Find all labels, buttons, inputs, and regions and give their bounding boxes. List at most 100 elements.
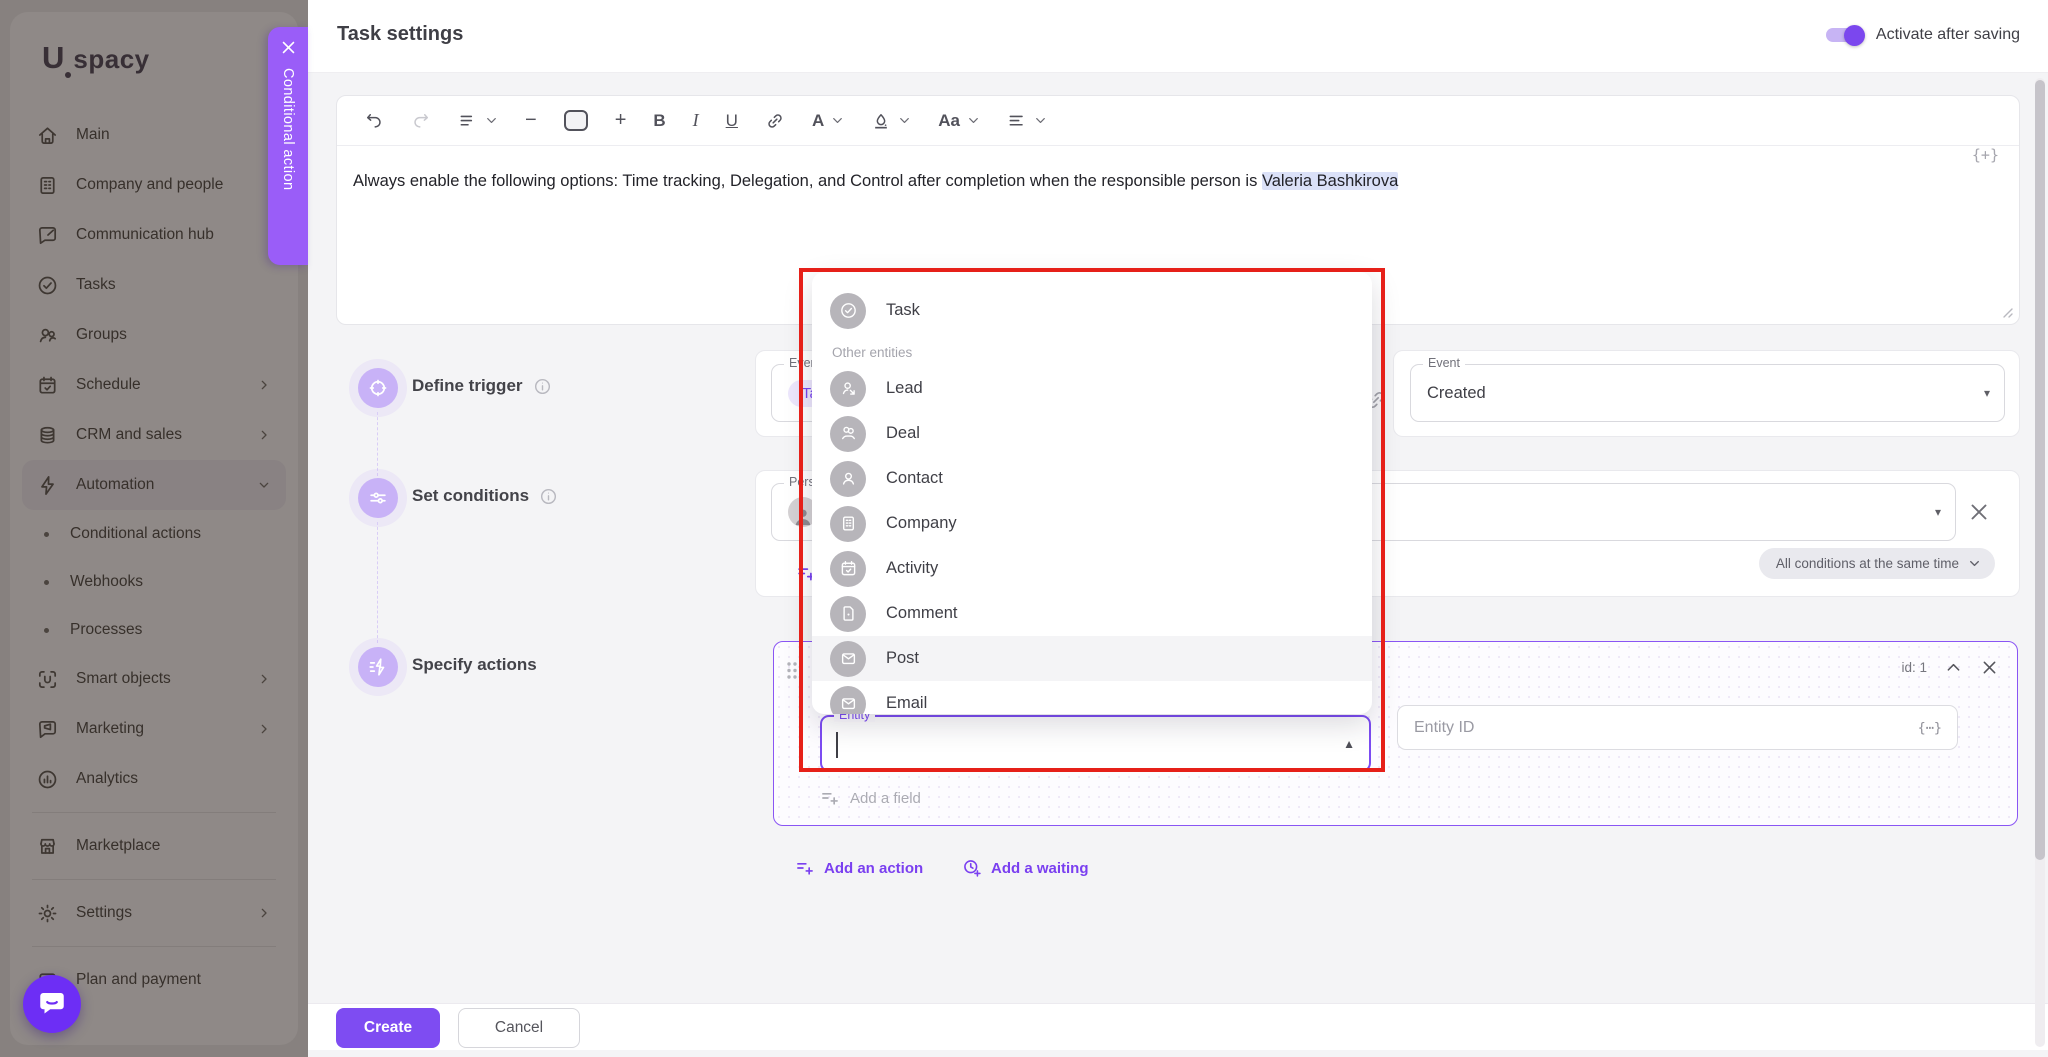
- conditional-action-tab[interactable]: Conditional action: [268, 27, 308, 265]
- chevron-down-icon: [1968, 557, 1981, 570]
- dropdown-item-activity[interactable]: Activity: [812, 546, 1372, 591]
- redo-button[interactable]: [411, 111, 431, 131]
- dropdown-item-contact[interactable]: Contact: [812, 456, 1372, 501]
- remove-condition-button[interactable]: [1967, 500, 1991, 524]
- collapse-button[interactable]: [1944, 658, 1963, 677]
- conditional-action-tab-label: Conditional action: [280, 68, 296, 190]
- entity-id-field[interactable]: {⋯}: [1397, 705, 1958, 750]
- highlighted-mention: Valeria Bashkirova: [1262, 172, 1398, 190]
- font-case-button[interactable]: Aa: [938, 111, 980, 131]
- add-action-button[interactable]: Add an action: [795, 858, 923, 878]
- scrollbar-track[interactable]: [2035, 78, 2045, 1047]
- add-field-icon: [820, 788, 840, 808]
- bold-button[interactable]: B: [653, 111, 665, 131]
- align-button[interactable]: [1007, 111, 1047, 131]
- dropdown-item-lead[interactable]: Lead: [812, 366, 1372, 411]
- dropdown-item-label: Comment: [886, 604, 958, 623]
- link-button[interactable]: [765, 111, 785, 131]
- paragraph-format-button[interactable]: [458, 111, 498, 131]
- add-action-icon: [795, 858, 815, 878]
- underline-button[interactable]: U: [726, 111, 738, 131]
- remove-action-button[interactable]: [1980, 658, 1999, 677]
- dropdown-item-post[interactable]: Post: [812, 636, 1372, 681]
- trigger-event-card: Event Created ▾: [1393, 350, 2020, 437]
- toggle-knob[interactable]: [1844, 25, 1865, 46]
- insert-variable-button[interactable]: {⋯}: [1918, 720, 1957, 736]
- sidebar: U spacy MainCompany and peopleCommunicat…: [0, 0, 308, 1057]
- chevron-down-icon: [485, 114, 498, 127]
- entity-select-field[interactable]: Entity ▲: [820, 715, 1371, 772]
- decrease-font-button[interactable]: −: [525, 109, 537, 132]
- connector-line: [377, 412, 378, 476]
- activate-toggle[interactable]: [1826, 28, 1863, 42]
- app: U spacy MainCompany and peopleCommunicat…: [0, 0, 2048, 1057]
- dropdown-item-email[interactable]: Email: [812, 681, 1372, 714]
- dropdown-item-deal[interactable]: Deal: [812, 411, 1372, 456]
- set-conditions-icon: [358, 478, 398, 518]
- highlight-button[interactable]: [871, 111, 911, 131]
- chevron-down-icon: [898, 114, 911, 127]
- company-entity-icon: [830, 506, 866, 542]
- specify-actions-label: Specify actions: [412, 655, 537, 675]
- add-field-button[interactable]: Add a field: [820, 788, 921, 808]
- set-conditions-label-row: Set conditions: [412, 486, 558, 506]
- caret-up-icon: ▲: [1343, 737, 1355, 751]
- info-icon[interactable]: [533, 377, 552, 396]
- set-conditions-label: Set conditions: [412, 486, 529, 506]
- frame-button[interactable]: [564, 110, 588, 131]
- dropdown-item-company[interactable]: Company: [812, 501, 1372, 546]
- increase-font-button[interactable]: +: [615, 109, 627, 132]
- connector-line: [377, 522, 378, 643]
- dropdown-item-label: Email: [886, 694, 927, 713]
- drag-handle-icon[interactable]: [785, 660, 799, 681]
- dropdown-item-label: Deal: [886, 424, 920, 443]
- dropdown-item-label: Task: [886, 301, 920, 320]
- scrollbar-thumb[interactable]: [2035, 80, 2045, 860]
- activate-toggle-label: Activate after saving: [1876, 26, 2020, 44]
- undo-button[interactable]: [364, 111, 384, 131]
- create-button[interactable]: Create: [336, 1008, 440, 1048]
- page-title: Task settings: [337, 23, 463, 46]
- text-cursor: [836, 732, 838, 758]
- add-field-label: Add a field: [850, 790, 921, 807]
- chat-fab-button[interactable]: [23, 975, 81, 1033]
- chevron-down-icon: [831, 114, 844, 127]
- caret-down-icon: ▾: [1935, 505, 1941, 519]
- dropdown-item-task[interactable]: Task: [812, 288, 1372, 333]
- add-waiting-button[interactable]: Add a waiting: [962, 858, 1089, 878]
- conditions-match-mode-pill[interactable]: All conditions at the same time: [1759, 548, 1995, 579]
- italic-button[interactable]: I: [693, 110, 699, 131]
- info-icon[interactable]: [539, 487, 558, 506]
- entity-dropdown: TaskOther entitiesLeadDealContactCompany…: [812, 272, 1372, 714]
- insert-variable-button[interactable]: {+}: [1972, 146, 1999, 164]
- comment-entity-icon: [830, 596, 866, 632]
- define-trigger-label-row: Define trigger: [412, 376, 552, 396]
- dropdown-item-label: Post: [886, 649, 919, 668]
- action-id-badge: id: 1: [1901, 660, 1927, 675]
- resize-grip-icon[interactable]: [1999, 304, 2014, 319]
- lead-entity-icon: [830, 371, 866, 407]
- dropdown-item-comment[interactable]: Comment: [812, 591, 1372, 636]
- task-entity-icon: [830, 293, 866, 329]
- email-entity-icon: [830, 686, 866, 715]
- event-field[interactable]: Event Created ▾: [1410, 364, 2005, 422]
- editor-toolbar: − + B I U A Aa: [337, 96, 2019, 146]
- activity-entity-icon: [830, 551, 866, 587]
- add-waiting-label: Add a waiting: [991, 860, 1089, 877]
- modal-dim-overlay: [0, 0, 308, 1057]
- cancel-button[interactable]: Cancel: [458, 1008, 580, 1048]
- contact-entity-icon: [830, 461, 866, 497]
- add-action-label: Add an action: [824, 860, 923, 877]
- chevron-down-icon: [1034, 114, 1047, 127]
- entity-id-input[interactable]: [1398, 719, 1918, 737]
- caret-down-icon: ▾: [1984, 386, 1990, 400]
- specify-actions-icon: [358, 647, 398, 687]
- editor-text-area[interactable]: Always enable the following options: Tim…: [337, 146, 2019, 194]
- conditions-match-mode-label: All conditions at the same time: [1776, 556, 1959, 571]
- activate-toggle-row: Activate after saving: [1826, 26, 2020, 44]
- text-color-button[interactable]: A: [812, 111, 844, 131]
- dropdown-item-label: Contact: [886, 469, 943, 488]
- close-icon[interactable]: [280, 39, 297, 56]
- topbar: Task settings Activate after saving: [308, 0, 2048, 73]
- chat-icon: [37, 988, 67, 1021]
